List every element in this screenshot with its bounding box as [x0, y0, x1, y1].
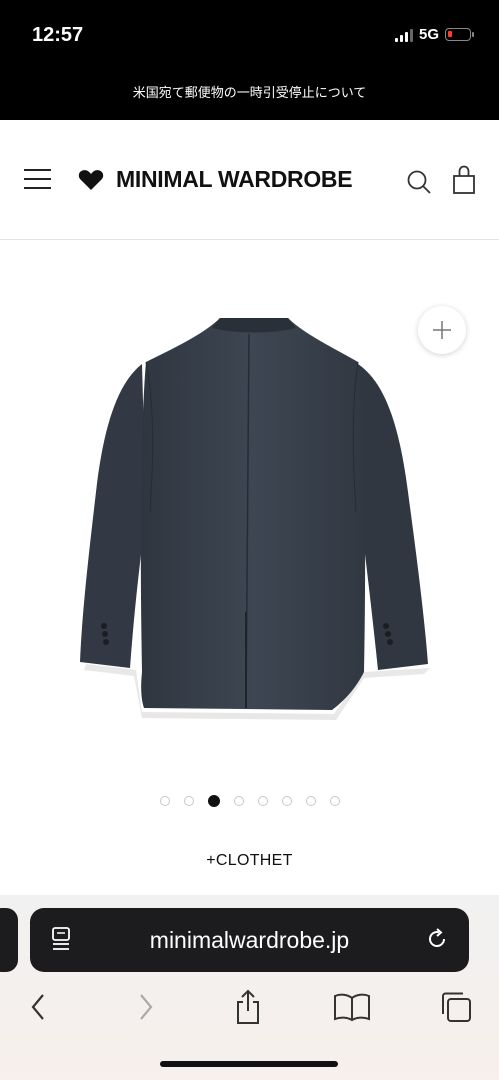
- notice-text: 米国宛て郵便物の一時引受停止について: [132, 86, 367, 101]
- book-icon: [334, 993, 370, 1022]
- product-image[interactable]: [74, 312, 434, 722]
- carousel-dot[interactable]: [329, 796, 340, 806]
- browser-toolbar: [0, 987, 499, 1031]
- carousel-dots: [0, 795, 499, 807]
- share-button[interactable]: [228, 987, 268, 1027]
- status-time: 12:57: [32, 24, 84, 46]
- address-bar[interactable]: minimalwardrobe.jp: [30, 908, 469, 972]
- product-gallery[interactable]: +CLOTHET: [0, 240, 499, 900]
- status-bar: 12:57 5G: [0, 0, 499, 80]
- logo-text: MINIMAL WARDROBE: [116, 166, 353, 192]
- bookmarks-button[interactable]: [332, 987, 372, 1027]
- battery-icon: [445, 28, 474, 41]
- forward-button[interactable]: [126, 987, 166, 1027]
- hamburger-menu-icon[interactable]: [24, 168, 52, 190]
- carousel-dot[interactable]: [183, 796, 194, 806]
- brand-name[interactable]: +CLOTHET: [0, 852, 499, 870]
- signal-icon: [394, 28, 413, 42]
- heart-icon: [78, 169, 104, 190]
- reload-icon[interactable]: [425, 927, 449, 951]
- search-icon[interactable]: [406, 169, 432, 195]
- chevron-left-icon: [31, 994, 44, 1020]
- back-button[interactable]: [18, 987, 58, 1027]
- previous-tab[interactable]: [0, 908, 18, 972]
- shopping-bag-icon[interactable]: [452, 165, 476, 195]
- notice-banner[interactable]: 米国宛て郵便物の一時引受停止について: [0, 80, 499, 120]
- plus-icon: [433, 321, 451, 339]
- home-indicator[interactable]: [160, 1061, 338, 1067]
- browser-chrome: minimalwardrobe.jp: [0, 895, 499, 1080]
- status-indicators: 5G: [394, 26, 474, 43]
- site-logo[interactable]: MINIMAL WARDROBE: [78, 166, 353, 193]
- tabs-button[interactable]: [436, 987, 476, 1027]
- carousel-dot[interactable]: [207, 795, 220, 807]
- share-icon: [237, 989, 259, 1024]
- network-type: 5G: [418, 26, 439, 43]
- tabs-icon: [442, 992, 471, 1022]
- carousel-dot[interactable]: [257, 796, 268, 806]
- carousel-dot[interactable]: [281, 796, 292, 806]
- site-header: MINIMAL WARDROBE: [0, 120, 499, 240]
- carousel-dot[interactable]: [305, 796, 316, 806]
- carousel-dot[interactable]: [159, 796, 170, 806]
- carousel-dot[interactable]: [233, 796, 244, 806]
- chevron-right-icon: [140, 994, 153, 1020]
- url-text: minimalwardrobe.jp: [149, 927, 350, 953]
